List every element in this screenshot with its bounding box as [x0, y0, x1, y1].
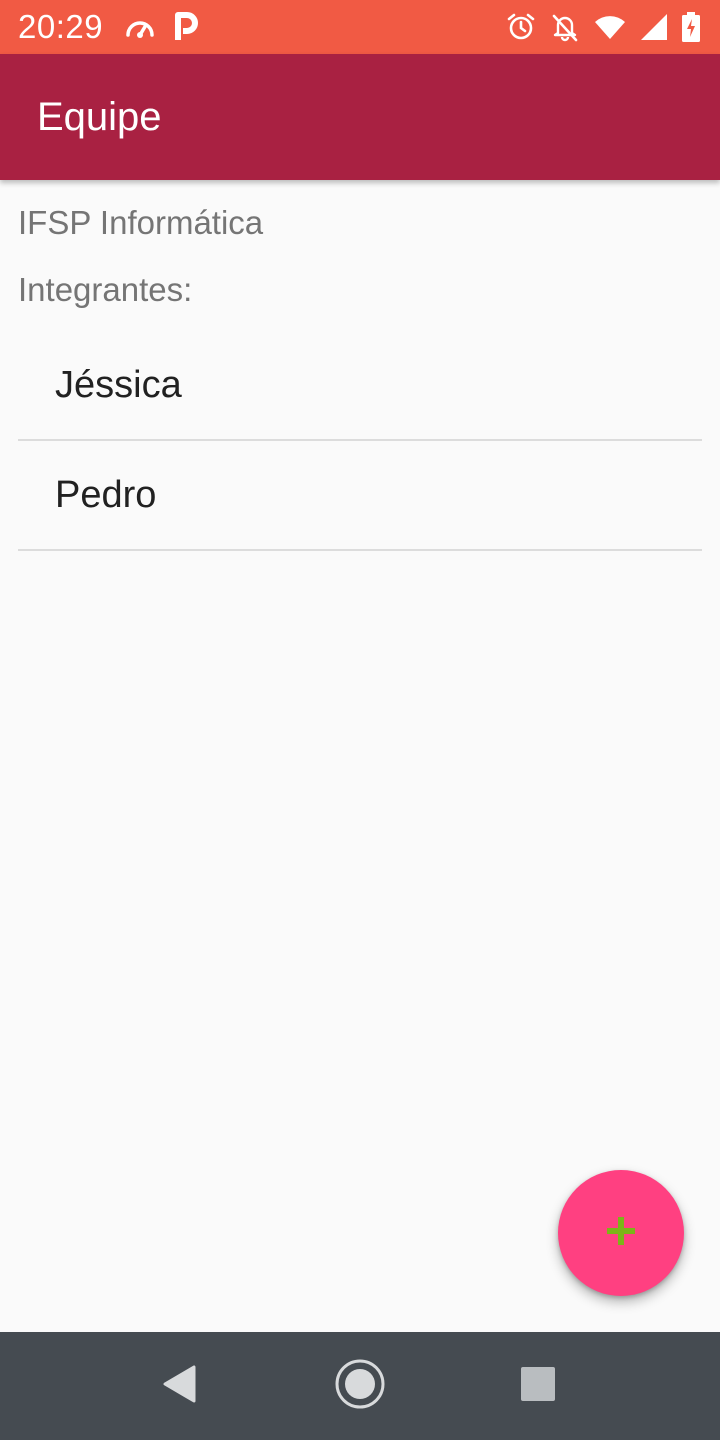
screen: 20:29 Equipe IFSP Informática Integrante… — [0, 0, 720, 1440]
status-left: 20:29 — [18, 8, 217, 46]
add-member-button[interactable] — [558, 1170, 684, 1296]
home-button[interactable] — [332, 1358, 388, 1414]
home-icon — [334, 1358, 386, 1415]
navigation-bar — [0, 1332, 720, 1440]
status-bar: 20:29 — [0, 0, 720, 54]
members-label: Integrantes: — [18, 271, 193, 308]
speedometer-icon — [125, 14, 155, 40]
back-button[interactable] — [151, 1358, 207, 1414]
member-list: Jéssica Pedro — [18, 331, 702, 551]
alarm-icon — [506, 12, 536, 42]
parking-icon — [173, 12, 199, 42]
list-item[interactable]: Pedro — [18, 441, 702, 551]
back-icon — [161, 1364, 197, 1409]
status-right — [492, 12, 700, 42]
signal-icon — [640, 13, 668, 41]
team-name: IFSP Informática — [18, 204, 264, 241]
notifications-off-icon — [550, 12, 580, 42]
page-title: Equipe — [37, 94, 162, 139]
status-time: 20:29 — [18, 8, 104, 45]
app-bar: Equipe — [0, 54, 720, 180]
recents-button[interactable] — [510, 1358, 566, 1414]
battery-charging-icon — [682, 12, 700, 42]
wifi-icon — [594, 14, 626, 40]
recents-icon — [520, 1366, 556, 1407]
member-name: Pedro — [55, 473, 157, 516]
plus-icon — [605, 1215, 637, 1252]
list-item[interactable]: Jéssica — [18, 331, 702, 441]
member-name: Jéssica — [55, 363, 182, 406]
